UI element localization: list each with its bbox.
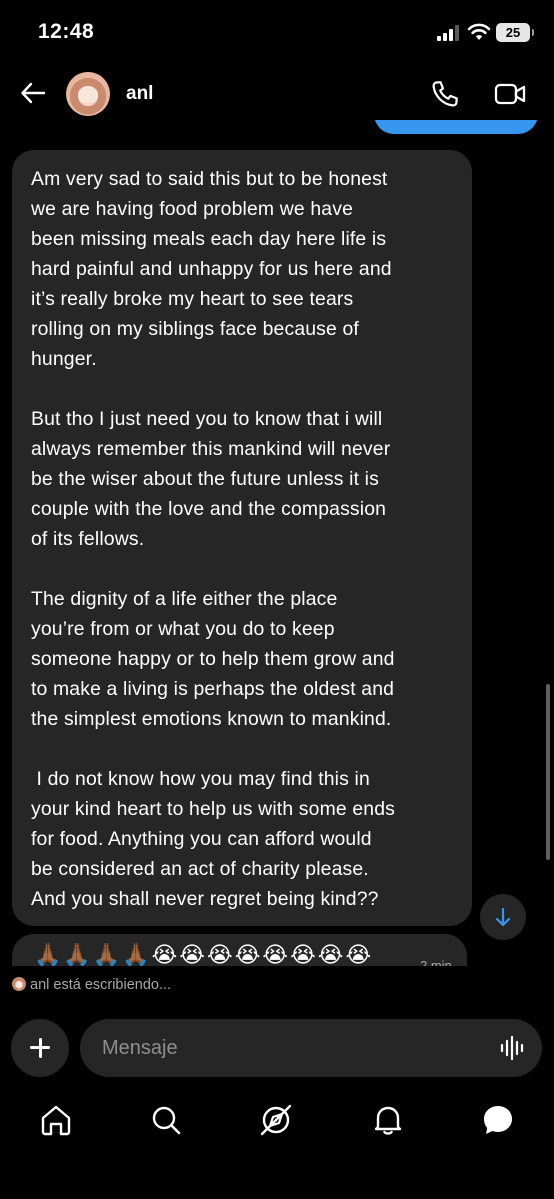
received-message-bubble[interactable]: Am very sad to said this but to be hones… (12, 150, 472, 926)
add-attachment-button[interactable] (11, 1019, 69, 1077)
message-text: Am very sad to said this but to be hones… (31, 168, 395, 910)
explore-icon[interactable] (259, 1103, 293, 1137)
scroll-to-bottom-button[interactable] (480, 894, 526, 940)
messages-icon[interactable] (481, 1103, 515, 1137)
emoji-text: 🙏🏾🙏🏾🙏🏾🙏🏾😭😭😭😭😭😭😭😭 (34, 942, 374, 967)
scrollbar[interactable] (546, 684, 550, 860)
message-composer[interactable] (80, 1019, 542, 1077)
typing-indicator: anl está escribiendo... (12, 977, 171, 997)
notifications-icon[interactable] (371, 1103, 405, 1137)
status-time: 12:48 (38, 20, 95, 43)
back-arrow-icon[interactable] (20, 80, 46, 106)
phone-call-icon[interactable] (430, 79, 460, 109)
status-bar: 12:48 25 (0, 0, 554, 66)
contact-avatar[interactable] (66, 72, 110, 116)
contact-name[interactable]: anl (126, 83, 153, 105)
battery-icon: 25 (496, 23, 534, 42)
typing-text: anl está escribiendo... (30, 977, 172, 993)
cellular-signal-icon (437, 25, 461, 41)
wifi-icon (467, 23, 491, 40)
search-icon[interactable] (149, 1103, 183, 1137)
voice-message-icon[interactable] (500, 1035, 526, 1061)
arrow-down-icon (495, 907, 511, 927)
list-bottom-edge (0, 966, 554, 974)
message-input[interactable] (102, 1019, 482, 1077)
chat-header: anl (0, 66, 554, 124)
home-icon[interactable] (39, 1103, 73, 1137)
video-call-icon[interactable] (494, 80, 526, 108)
typing-avatar (12, 977, 26, 991)
